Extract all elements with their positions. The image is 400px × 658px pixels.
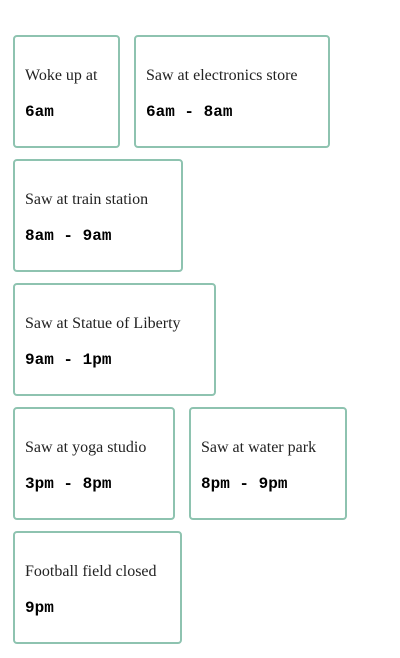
event-time: 8am - 9am — [25, 227, 112, 245]
event-label: Saw at Statue of Liberty — [25, 315, 181, 332]
event-label: Saw at electronics store — [146, 67, 298, 84]
event-label: Football field closed — [25, 563, 157, 580]
event-card: Saw at train station 8am - 9am — [13, 159, 183, 272]
event-card: Football field closed 9pm — [13, 531, 182, 644]
event-card: Saw at yoga studio 3pm - 8pm — [13, 407, 175, 520]
event-label: Saw at water park — [201, 439, 317, 456]
event-card: Saw at electronics store 6am - 8am — [134, 35, 330, 148]
event-label: Saw at yoga studio — [25, 439, 147, 456]
timeline-cards: Woke up at 6am Saw at electronics store … — [0, 0, 400, 658]
event-label: Saw at train station — [25, 191, 149, 208]
event-time: 8pm - 9pm — [201, 475, 288, 493]
event-time: 9am - 1pm — [25, 351, 112, 369]
event-card: Woke up at 6am — [13, 35, 120, 148]
event-time: 6am — [25, 103, 54, 121]
event-time: 9pm — [25, 599, 54, 617]
event-time: 6am - 8am — [146, 103, 233, 121]
event-card: Saw at water park 8pm - 9pm — [189, 407, 347, 520]
event-label: Woke up at — [25, 67, 98, 84]
event-card: Saw at Statue of Liberty 9am - 1pm — [13, 283, 216, 396]
event-time: 3pm - 8pm — [25, 475, 112, 493]
